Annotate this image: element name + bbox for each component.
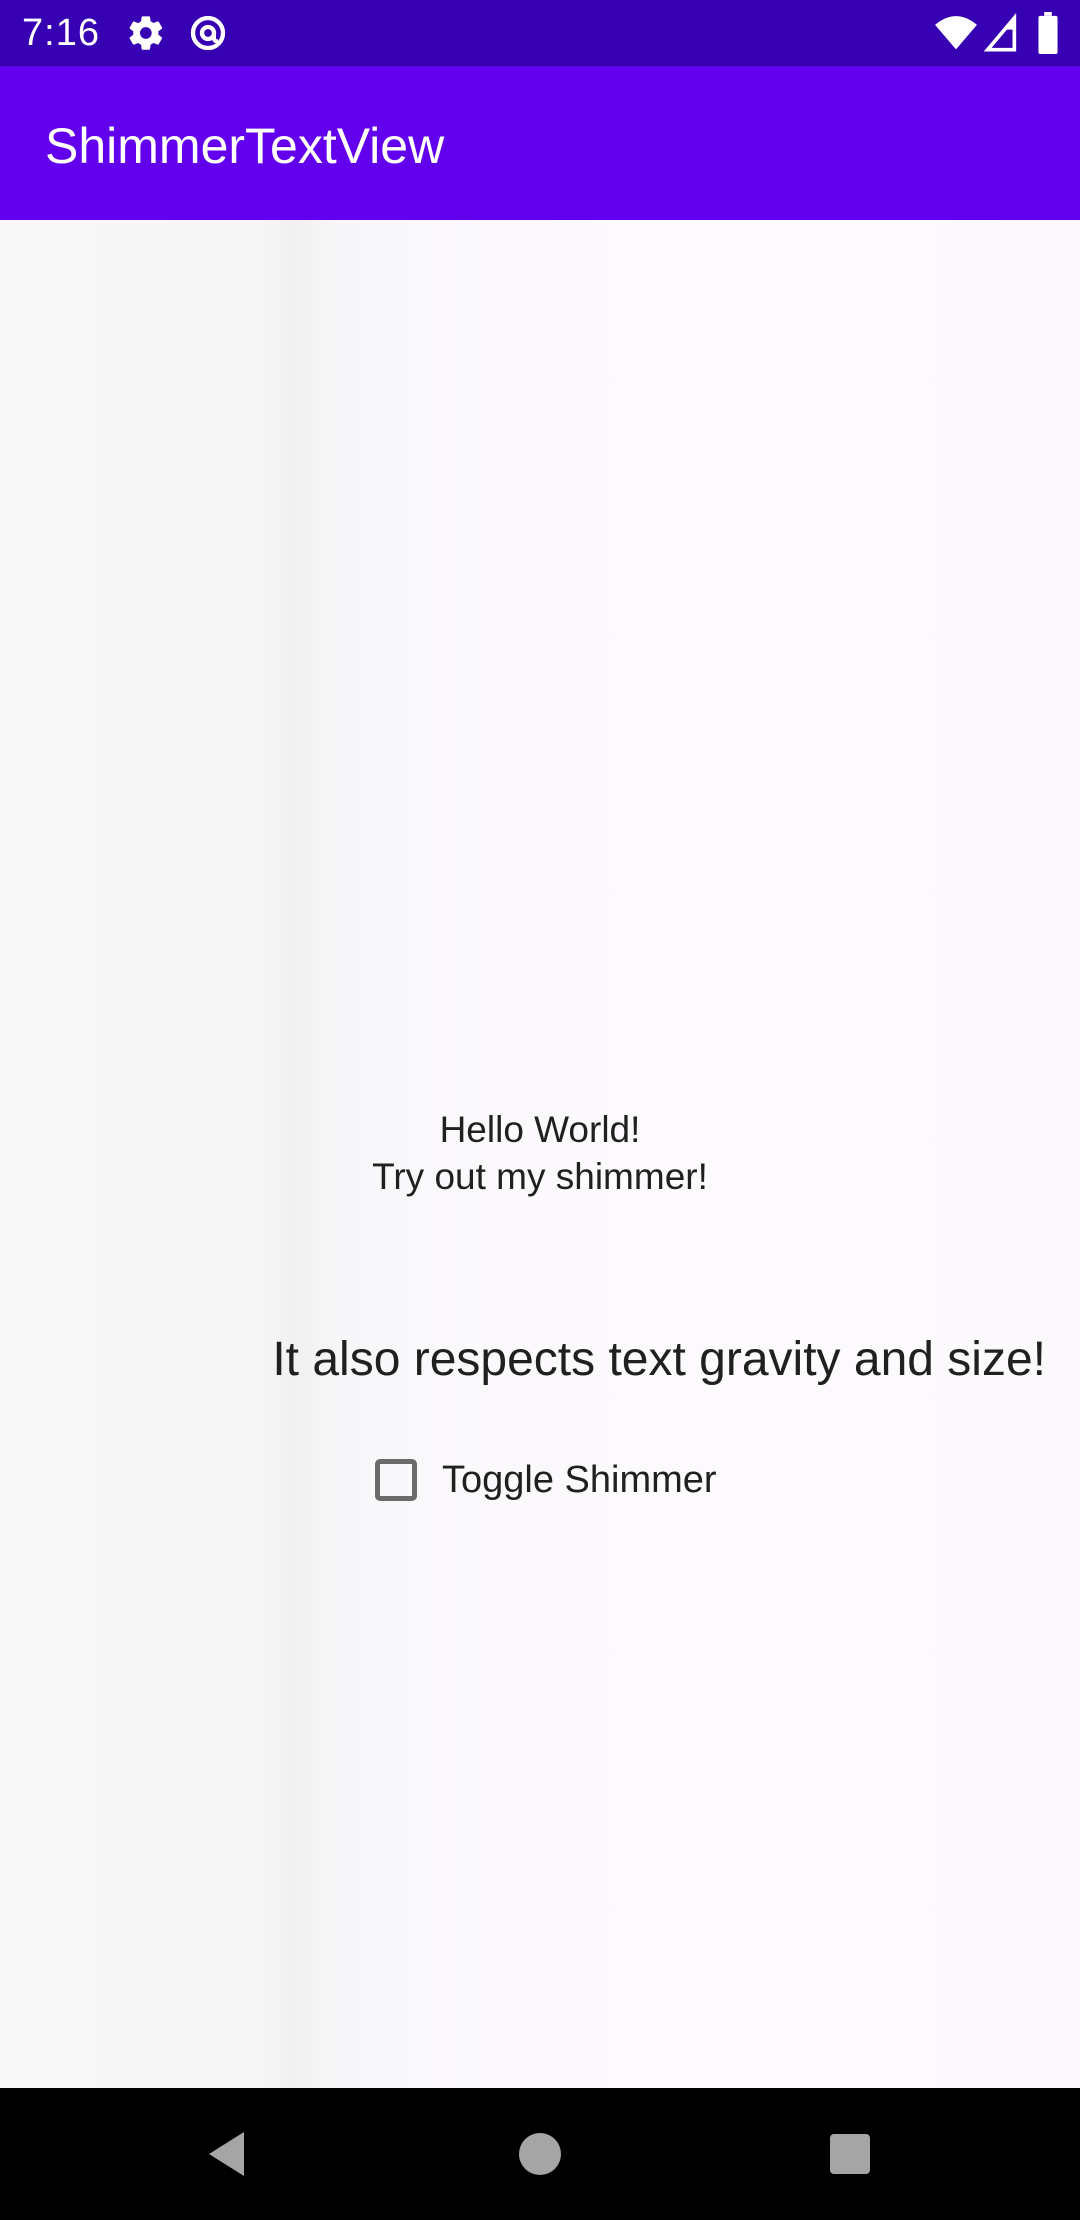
shimmer-text-hello: Hello World! Try out my shimmer!	[0, 1106, 1080, 1200]
home-icon[interactable]	[504, 2118, 576, 2190]
back-icon[interactable]	[194, 2118, 266, 2190]
at-sign-icon	[188, 13, 228, 53]
status-time: 7:16	[22, 12, 100, 54]
checkbox-box[interactable]	[375, 1459, 417, 1501]
toggle-shimmer-label[interactable]: Toggle Shimmer	[442, 1456, 717, 1504]
shimmer-text-gravity: It also respects text gravity and size!	[272, 1333, 1046, 1386]
hello-line-2: Try out my shimmer!	[372, 1156, 708, 1197]
hello-line-1: Hello World!	[439, 1109, 641, 1150]
gear-icon	[126, 13, 166, 53]
recents-icon[interactable]	[814, 2118, 886, 2190]
app-bar: ShimmerTextView	[0, 66, 1080, 220]
app-title: ShimmerTextView	[45, 118, 445, 174]
battery-icon	[1036, 12, 1060, 54]
toggle-shimmer-checkbox[interactable]: Toggle Shimmer	[366, 1448, 717, 1512]
navigation-bar	[0, 2088, 1080, 2220]
status-bar: 7:16	[0, 0, 1080, 66]
signal-icon	[983, 12, 1018, 53]
wifi-icon	[934, 13, 978, 53]
